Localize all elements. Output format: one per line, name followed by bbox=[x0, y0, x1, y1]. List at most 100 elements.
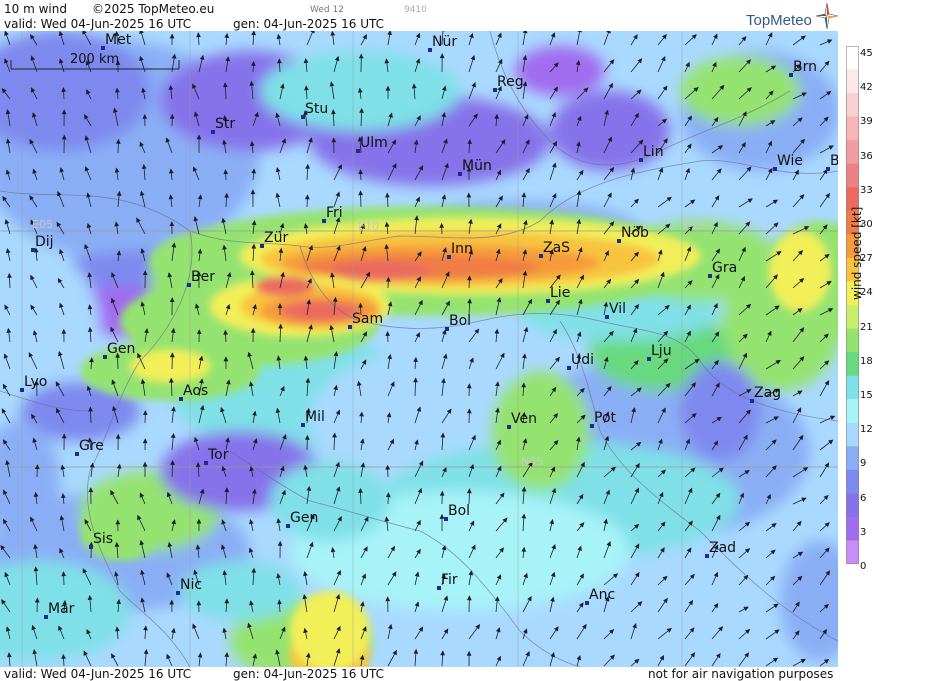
colorbar-segment bbox=[846, 46, 859, 71]
colorbar-segment bbox=[846, 305, 859, 330]
city-label: Nöb bbox=[621, 225, 649, 241]
colorbar-segment bbox=[846, 516, 859, 541]
colorbar-segment bbox=[846, 116, 859, 141]
colorbar-tick-label: 39 bbox=[860, 116, 873, 128]
small-date-label: Wed 12 9410 bbox=[310, 5, 427, 15]
city-label: B bbox=[830, 153, 838, 169]
city-label: Ulm bbox=[360, 135, 388, 151]
wind-zone bbox=[270, 461, 390, 541]
colorbar-segment bbox=[846, 399, 859, 424]
city-label: Dij bbox=[35, 234, 54, 250]
colorbar-tick-label: 9 bbox=[860, 458, 867, 470]
small-code-label: 9410 bbox=[403, 5, 427, 15]
city-label: Mar bbox=[48, 601, 75, 617]
colorbar-tick-label: 36 bbox=[860, 150, 873, 162]
city-label: Brn bbox=[793, 59, 817, 75]
colorbar-tick-label: 12 bbox=[860, 424, 873, 436]
colorbar-tick-label: 15 bbox=[860, 390, 873, 401]
colorbar-tick-label: 3 bbox=[860, 526, 867, 538]
city-label: Reg bbox=[497, 74, 524, 90]
grid-label-e10: E10 bbox=[358, 220, 379, 233]
colorbar-tick-label: 42 bbox=[860, 82, 873, 94]
footer-disclaimer: not for air navigation purposes bbox=[648, 667, 834, 681]
city-label: Gre bbox=[79, 438, 104, 454]
footer-generated-time: gen: 04-Jun-2025 16 UTC bbox=[233, 667, 385, 681]
city-label: Gen bbox=[107, 341, 136, 357]
city-label: ZaS bbox=[543, 240, 571, 256]
colorbar-tick-label: 6 bbox=[860, 492, 867, 504]
colorbar-tick-label: 0 bbox=[860, 561, 867, 572]
footer: valid: Wed 04-Jun-2025 16 UTC gen: 04-Ju… bbox=[0, 667, 930, 681]
compass-star-icon bbox=[816, 3, 838, 29]
wind-zone bbox=[490, 371, 590, 491]
wind-zone bbox=[515, 46, 605, 96]
city-label: Sam bbox=[352, 311, 384, 327]
wind-map[interactable]: E05 E10 E15 N45 Nür Reg Brn Met Stu Str Ulm Mün… bbox=[0, 31, 838, 667]
city-label: Udi bbox=[571, 352, 595, 368]
colorbar-segment bbox=[846, 140, 859, 165]
city-label: Bol bbox=[449, 313, 472, 329]
wind-band bbox=[280, 301, 360, 321]
copyright-text: ©2025 TopMeteo.eu bbox=[92, 2, 215, 16]
city-label: Tor bbox=[208, 447, 229, 463]
wind-arrow-head bbox=[522, 31, 528, 34]
city-label: Ber bbox=[191, 269, 215, 285]
grid-label-n45: N45 bbox=[521, 455, 544, 468]
city-label: Zad bbox=[709, 540, 737, 556]
topmeteo-logo-text: TopMeteo bbox=[746, 12, 812, 29]
wind-band bbox=[770, 231, 830, 311]
city-label: Bol bbox=[448, 503, 471, 519]
colorbar-tick-label: 33 bbox=[860, 184, 873, 196]
city-label: Mün bbox=[462, 158, 492, 174]
grid-label-e15: E15 bbox=[684, 219, 705, 232]
colorbar-segment bbox=[846, 352, 859, 377]
city-label: Lyo bbox=[24, 374, 48, 390]
wind-band bbox=[330, 261, 430, 281]
colorbar-tick-label: 45 bbox=[860, 48, 873, 59]
city-label: Gen bbox=[290, 510, 319, 526]
city-label: Met bbox=[105, 32, 132, 48]
city-label: Nic bbox=[180, 577, 203, 593]
city-label: Lju bbox=[651, 343, 672, 359]
city-label: Pot bbox=[594, 410, 616, 426]
city-label: Zag bbox=[754, 385, 782, 401]
city-label: Anc bbox=[589, 587, 616, 603]
wind-band bbox=[255, 276, 315, 296]
city-label: Str bbox=[215, 116, 236, 132]
colorbar-segment bbox=[846, 469, 859, 494]
map-title: 10 m wind bbox=[4, 2, 67, 16]
valid-time: valid: Wed 04-Jun-2025 16 UTC bbox=[4, 17, 192, 31]
footer-valid-time: valid: Wed 04-Jun-2025 16 UTC bbox=[4, 667, 192, 681]
city-label: Zür bbox=[264, 230, 289, 246]
colorbar-segment bbox=[846, 493, 859, 518]
city-label: Vil bbox=[609, 301, 627, 317]
city-label: Fir bbox=[441, 572, 458, 588]
city-label: Aos bbox=[183, 383, 209, 399]
city-label: Sis bbox=[93, 531, 114, 547]
grid-label-e05: E05 bbox=[32, 218, 53, 231]
colorbar-tick-label: 18 bbox=[860, 355, 873, 367]
colorbar-tick-label: 21 bbox=[860, 321, 873, 333]
city-label: Fri bbox=[326, 205, 343, 221]
colorbar-title: wind speed [kt] bbox=[850, 206, 864, 300]
colorbar-segment bbox=[846, 328, 859, 353]
city-label: Stu bbox=[305, 101, 329, 117]
city-label: Inn bbox=[451, 241, 473, 257]
city-label: Mil bbox=[305, 409, 325, 425]
colorbar-segment bbox=[846, 446, 859, 471]
colorbar-segment bbox=[846, 93, 859, 118]
city-label: Ven bbox=[511, 411, 537, 427]
colorbar-segment bbox=[846, 163, 859, 188]
city-label: Lin bbox=[643, 144, 664, 160]
wind-zone bbox=[680, 56, 800, 126]
colorbar-segment bbox=[846, 375, 859, 400]
wind-band bbox=[80, 501, 160, 561]
colorbar-segment bbox=[846, 422, 859, 447]
colorbar-segment bbox=[846, 540, 859, 564]
city-label: Wie bbox=[777, 153, 804, 169]
colorbar bbox=[846, 46, 859, 564]
colorbar-segment bbox=[846, 69, 859, 94]
generated-time: gen: 04-Jun-2025 16 UTC bbox=[233, 17, 385, 31]
scale-bar-label: 200 km bbox=[70, 52, 120, 67]
city-label: Gra bbox=[712, 260, 738, 276]
